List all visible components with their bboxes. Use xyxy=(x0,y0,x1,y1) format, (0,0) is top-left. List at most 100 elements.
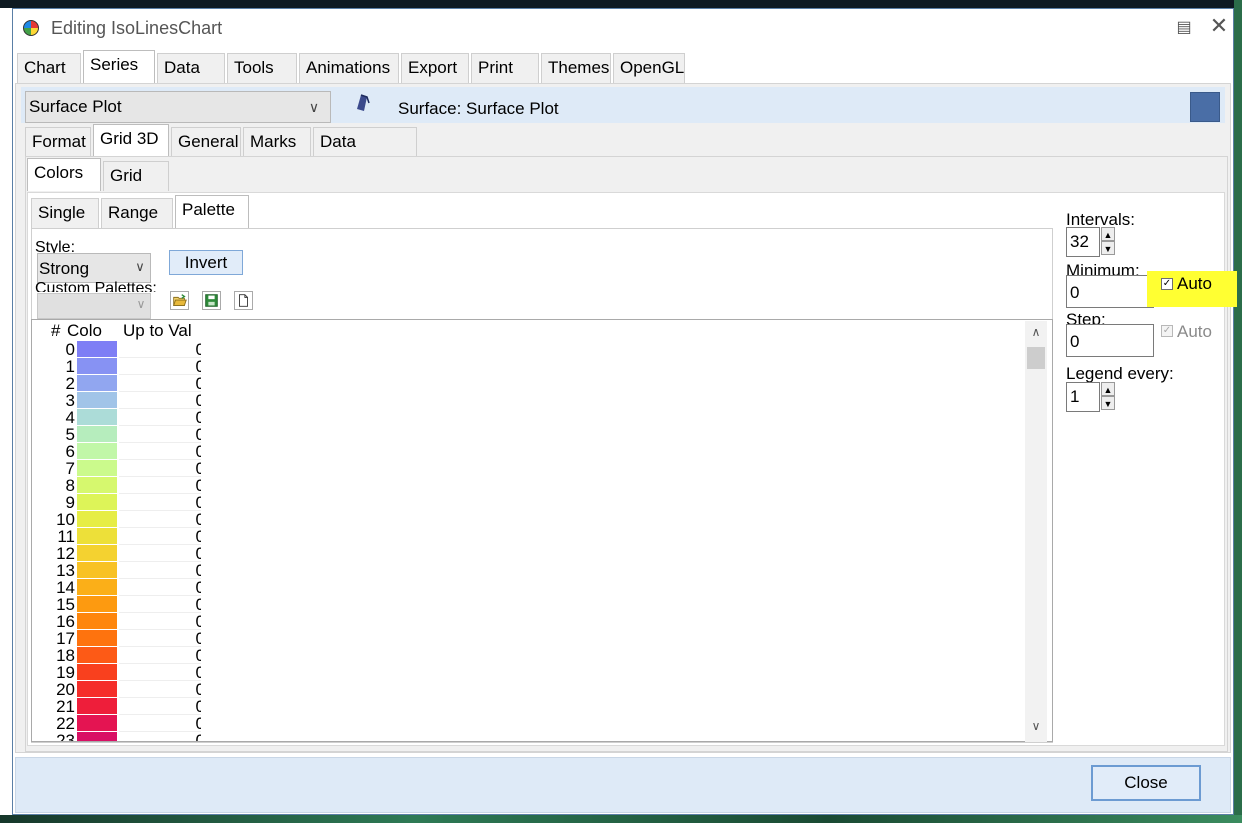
up-to-value[interactable]: 0 xyxy=(119,561,201,580)
tab-chart[interactable]: Chart xyxy=(17,53,81,83)
color-swatch[interactable] xyxy=(77,375,117,391)
up-to-value[interactable]: 0 xyxy=(119,731,201,741)
color-swatch[interactable] xyxy=(77,630,117,646)
tab-marks[interactable]: Marks xyxy=(243,127,311,157)
tab-opengl[interactable]: OpenGL xyxy=(613,53,685,83)
color-swatch[interactable] xyxy=(77,715,117,731)
up-to-value[interactable]: 0 xyxy=(119,408,201,427)
spin-down-icon[interactable]: ▼ xyxy=(1101,241,1115,255)
up-to-value[interactable]: 0 xyxy=(119,341,201,359)
intervals-spinner[interactable]: ▲ ▼ xyxy=(1101,227,1115,257)
up-to-value[interactable]: 0 xyxy=(119,544,201,563)
scroll-down-icon[interactable]: ∨ xyxy=(1027,719,1045,737)
up-to-value[interactable]: 0 xyxy=(119,493,201,512)
color-swatch[interactable] xyxy=(77,511,117,527)
palette-row[interactable]: 16 0 xyxy=(31,612,201,631)
tab-general[interactable]: General xyxy=(171,127,241,157)
up-to-value[interactable]: 0 xyxy=(119,663,201,682)
up-to-value[interactable]: 0 xyxy=(119,612,201,631)
color-swatch[interactable] xyxy=(77,477,117,493)
palette-row[interactable]: 13 0 xyxy=(31,561,201,580)
tab-single[interactable]: Single xyxy=(31,198,99,228)
legend-every-spinner[interactable]: ▲ ▼ xyxy=(1101,382,1115,412)
up-to-value[interactable]: 0 xyxy=(119,510,201,529)
color-swatch[interactable] xyxy=(77,664,117,680)
color-swatch[interactable] xyxy=(77,494,117,510)
up-to-value[interactable]: 0 xyxy=(119,697,201,716)
palette-row[interactable]: 40 xyxy=(31,408,201,427)
step-auto-checkbox[interactable]: ✓ xyxy=(1161,325,1173,337)
color-swatch[interactable] xyxy=(77,409,117,425)
color-swatch[interactable] xyxy=(77,341,117,357)
tab-data[interactable]: Data xyxy=(157,53,225,83)
tab-export[interactable]: Export xyxy=(401,53,469,83)
close-button[interactable]: Close xyxy=(1091,765,1201,801)
chevron-down-icon[interactable]: ∨ xyxy=(133,297,149,313)
up-to-value[interactable]: 0 xyxy=(119,646,201,665)
palette-row[interactable]: 23 0 xyxy=(31,731,201,741)
minimum-auto-label[interactable]: Auto xyxy=(1177,274,1212,294)
up-to-value[interactable]: 0 xyxy=(119,595,201,614)
color-swatch[interactable] xyxy=(77,732,117,741)
palette-row[interactable]: 10 0 xyxy=(31,510,201,529)
tab-range[interactable]: Range xyxy=(101,198,173,228)
spin-down-icon[interactable]: ▼ xyxy=(1101,396,1115,410)
title-bar[interactable]: Editing IsoLinesChart ▤ ✕ xyxy=(13,9,1233,47)
palette-row[interactable]: 00 xyxy=(31,341,201,359)
palette-row[interactable]: 21 0 xyxy=(31,697,201,716)
legend-every-input[interactable]: 1 xyxy=(1066,382,1100,412)
color-swatch[interactable] xyxy=(77,647,117,663)
minimum-auto-checkbox[interactable]: ✓ xyxy=(1161,278,1173,290)
chevron-down-icon[interactable]: ∨ xyxy=(131,259,149,279)
close-icon[interactable]: ✕ xyxy=(1207,15,1231,39)
new-file-icon[interactable] xyxy=(234,291,253,310)
palette-row[interactable]: 18 0 xyxy=(31,646,201,665)
palette-row[interactable]: 60 xyxy=(31,442,201,461)
up-to-value[interactable]: 0 xyxy=(119,629,201,648)
palette-row[interactable]: 17 0 xyxy=(31,629,201,648)
color-swatch[interactable] xyxy=(77,698,117,714)
tab-data-source[interactable]: Data Source xyxy=(313,127,417,179)
palette-row[interactable]: 30 xyxy=(31,391,201,410)
up-to-value[interactable]: 0 xyxy=(119,527,201,546)
up-to-value[interactable]: 0 xyxy=(119,391,201,410)
intervals-input[interactable]: 32 xyxy=(1066,227,1100,257)
tab-grid-3d[interactable]: Grid 3D xyxy=(93,124,169,157)
color-swatch[interactable] xyxy=(77,460,117,476)
tab-print[interactable]: Print xyxy=(471,53,539,83)
up-to-value[interactable]: 0 xyxy=(119,714,201,733)
up-to-value[interactable]: 0 xyxy=(119,442,201,461)
tab-grid[interactable]: Grid xyxy=(103,161,169,191)
up-to-value[interactable]: 0 xyxy=(119,459,201,478)
step-input[interactable]: 0 xyxy=(1066,324,1154,357)
up-to-value[interactable]: 0 xyxy=(119,357,201,376)
up-to-value[interactable]: 0 xyxy=(119,374,201,393)
tab-themes[interactable]: Themes xyxy=(541,53,611,83)
palette-row[interactable]: 10 xyxy=(31,357,201,376)
palette-row[interactable]: 14 0 xyxy=(31,578,201,597)
maximize-icon[interactable]: ▤ xyxy=(1173,17,1195,39)
scroll-thumb[interactable] xyxy=(1027,347,1045,369)
tab-animations[interactable]: Animations xyxy=(299,53,399,83)
palette-row[interactable]: 11 0 xyxy=(31,527,201,546)
palette-row[interactable]: 15 0 xyxy=(31,595,201,614)
palette-row[interactable]: 20 0 xyxy=(31,680,201,699)
series-color-button[interactable] xyxy=(1190,92,1220,122)
palette-row[interactable]: 12 0 xyxy=(31,544,201,563)
spin-up-icon[interactable]: ▲ xyxy=(1101,382,1115,396)
color-swatch[interactable] xyxy=(77,545,117,561)
palette-row[interactable]: 50 xyxy=(31,425,201,444)
color-swatch[interactable] xyxy=(77,443,117,459)
color-swatch[interactable] xyxy=(77,528,117,544)
palette-row[interactable]: 70 xyxy=(31,459,201,478)
vertical-scrollbar[interactable] xyxy=(1025,321,1047,742)
palette-row[interactable]: 19 0 xyxy=(31,663,201,682)
save-icon[interactable] xyxy=(202,291,221,310)
color-swatch[interactable] xyxy=(77,681,117,697)
invert-button[interactable]: Invert xyxy=(169,250,243,275)
color-swatch[interactable] xyxy=(77,613,117,629)
palette-row[interactable]: 20 xyxy=(31,374,201,393)
color-swatch[interactable] xyxy=(77,392,117,408)
tab-format[interactable]: Format xyxy=(25,127,91,157)
color-swatch[interactable] xyxy=(77,426,117,442)
